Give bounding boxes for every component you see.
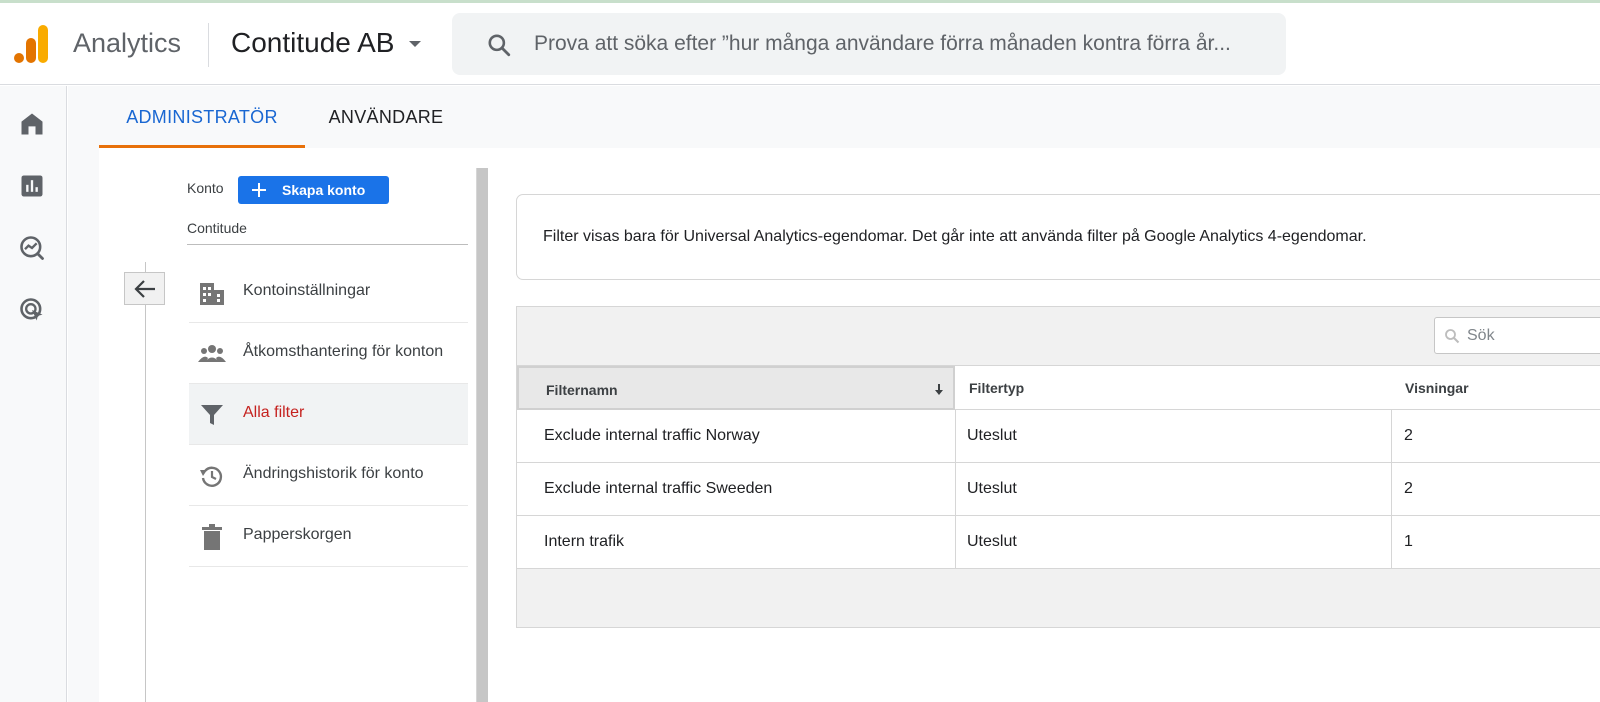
column-separator[interactable]	[476, 168, 488, 702]
create-account-button[interactable]: Skapa konto	[238, 176, 389, 204]
table-search-input[interactable]	[1467, 324, 1600, 348]
column-header-filter-name[interactable]: Filternamn	[517, 366, 955, 410]
app-name: Analytics	[73, 28, 182, 58]
menu-item-access-management[interactable]: Åtkomsthantering för konton	[189, 323, 468, 384]
filter-type-cell: Uteslut	[967, 533, 1017, 550]
menu-item-change-history[interactable]: Ändringshistorik för konto	[189, 445, 468, 506]
menu-item-all-filters[interactable]: Alla filter	[189, 384, 468, 445]
menu-item-trash[interactable]: Papperskorgen	[189, 506, 468, 567]
search-icon	[488, 34, 511, 57]
filter-name-cell[interactable]: Exclude internal traffic Sweeden	[544, 463, 772, 515]
views-cell: 2	[1404, 427, 1413, 444]
account-label: Konto	[187, 180, 224, 196]
views-cell: 2	[1404, 480, 1413, 497]
table-header-row: Filternamn Filtertyp Visningar	[517, 365, 1600, 410]
chevron-down-icon[interactable]	[409, 41, 421, 47]
reports-icon[interactable]	[18, 172, 46, 200]
table-row[interactable]: Exclude internal traffic Sweeden Uteslut…	[517, 463, 1600, 516]
account-selector[interactable]: Contitude AB	[231, 27, 394, 59]
explore-icon[interactable]	[18, 234, 46, 262]
building-icon	[200, 283, 224, 305]
column-header-filter-type[interactable]: Filtertyp	[955, 366, 1391, 410]
column-guide-line	[145, 262, 146, 702]
analytics-logo-icon[interactable]	[14, 25, 50, 63]
people-icon	[198, 345, 226, 362]
arrow-left-icon	[134, 280, 155, 298]
menu-item-label: Ändringshistorik för konto	[243, 465, 424, 482]
advertising-icon[interactable]	[18, 296, 46, 324]
info-message-text: Filter visas bara för Universal Analytic…	[543, 228, 1367, 245]
header-divider	[208, 23, 209, 67]
table-row[interactable]: Exclude internal traffic Norway Uteslut …	[517, 410, 1600, 463]
back-button[interactable]	[124, 272, 165, 305]
menu-item-label: Kontoinställningar	[243, 282, 371, 299]
left-navigation	[0, 86, 67, 702]
table-search-box[interactable]	[1434, 317, 1600, 354]
filter-type-cell: Uteslut	[967, 480, 1017, 497]
column-header-label: Filternamn	[546, 382, 618, 398]
plus-icon	[252, 183, 266, 197]
trash-icon	[202, 524, 222, 550]
column-divider	[1391, 410, 1392, 569]
home-icon[interactable]	[18, 110, 46, 138]
menu-item-label: Åtkomsthantering för konton	[243, 343, 444, 360]
filter-icon	[201, 405, 223, 425]
info-message-box: Filter visas bara för Universal Analytic…	[516, 194, 1600, 280]
sort-descending-icon	[935, 384, 943, 395]
search-icon	[1445, 329, 1460, 344]
filter-type-cell: Uteslut	[967, 427, 1017, 444]
table-row[interactable]: Intern trafik Uteslut 1	[517, 516, 1600, 569]
menu-item-account-settings[interactable]: Kontoinställningar	[189, 262, 468, 323]
create-account-label: Skapa konto	[282, 182, 366, 198]
filter-name-cell[interactable]: Exclude internal traffic Norway	[544, 410, 760, 462]
column-header-views[interactable]: Visningar	[1391, 366, 1600, 410]
app-header: Analytics Contitude AB	[0, 3, 1600, 85]
account-dropdown[interactable]: Contitude	[187, 220, 247, 236]
global-search-input[interactable]	[534, 25, 1274, 63]
menu-item-label: Papperskorgen	[243, 526, 352, 543]
filter-name-cell[interactable]: Intern trafik	[544, 516, 624, 568]
account-dropdown-underline	[187, 244, 468, 245]
menu-item-label: Alla filter	[243, 404, 305, 421]
admin-tabs: ADMINISTRATÖR ANVÄNDARE	[99, 86, 1600, 148]
views-cell: 1	[1404, 533, 1413, 550]
history-icon	[200, 466, 223, 487]
global-search-bar[interactable]	[452, 13, 1286, 75]
column-divider	[955, 410, 956, 569]
tab-administrator[interactable]: ADMINISTRATÖR	[99, 86, 305, 148]
tab-users[interactable]: ANVÄNDARE	[321, 86, 451, 148]
